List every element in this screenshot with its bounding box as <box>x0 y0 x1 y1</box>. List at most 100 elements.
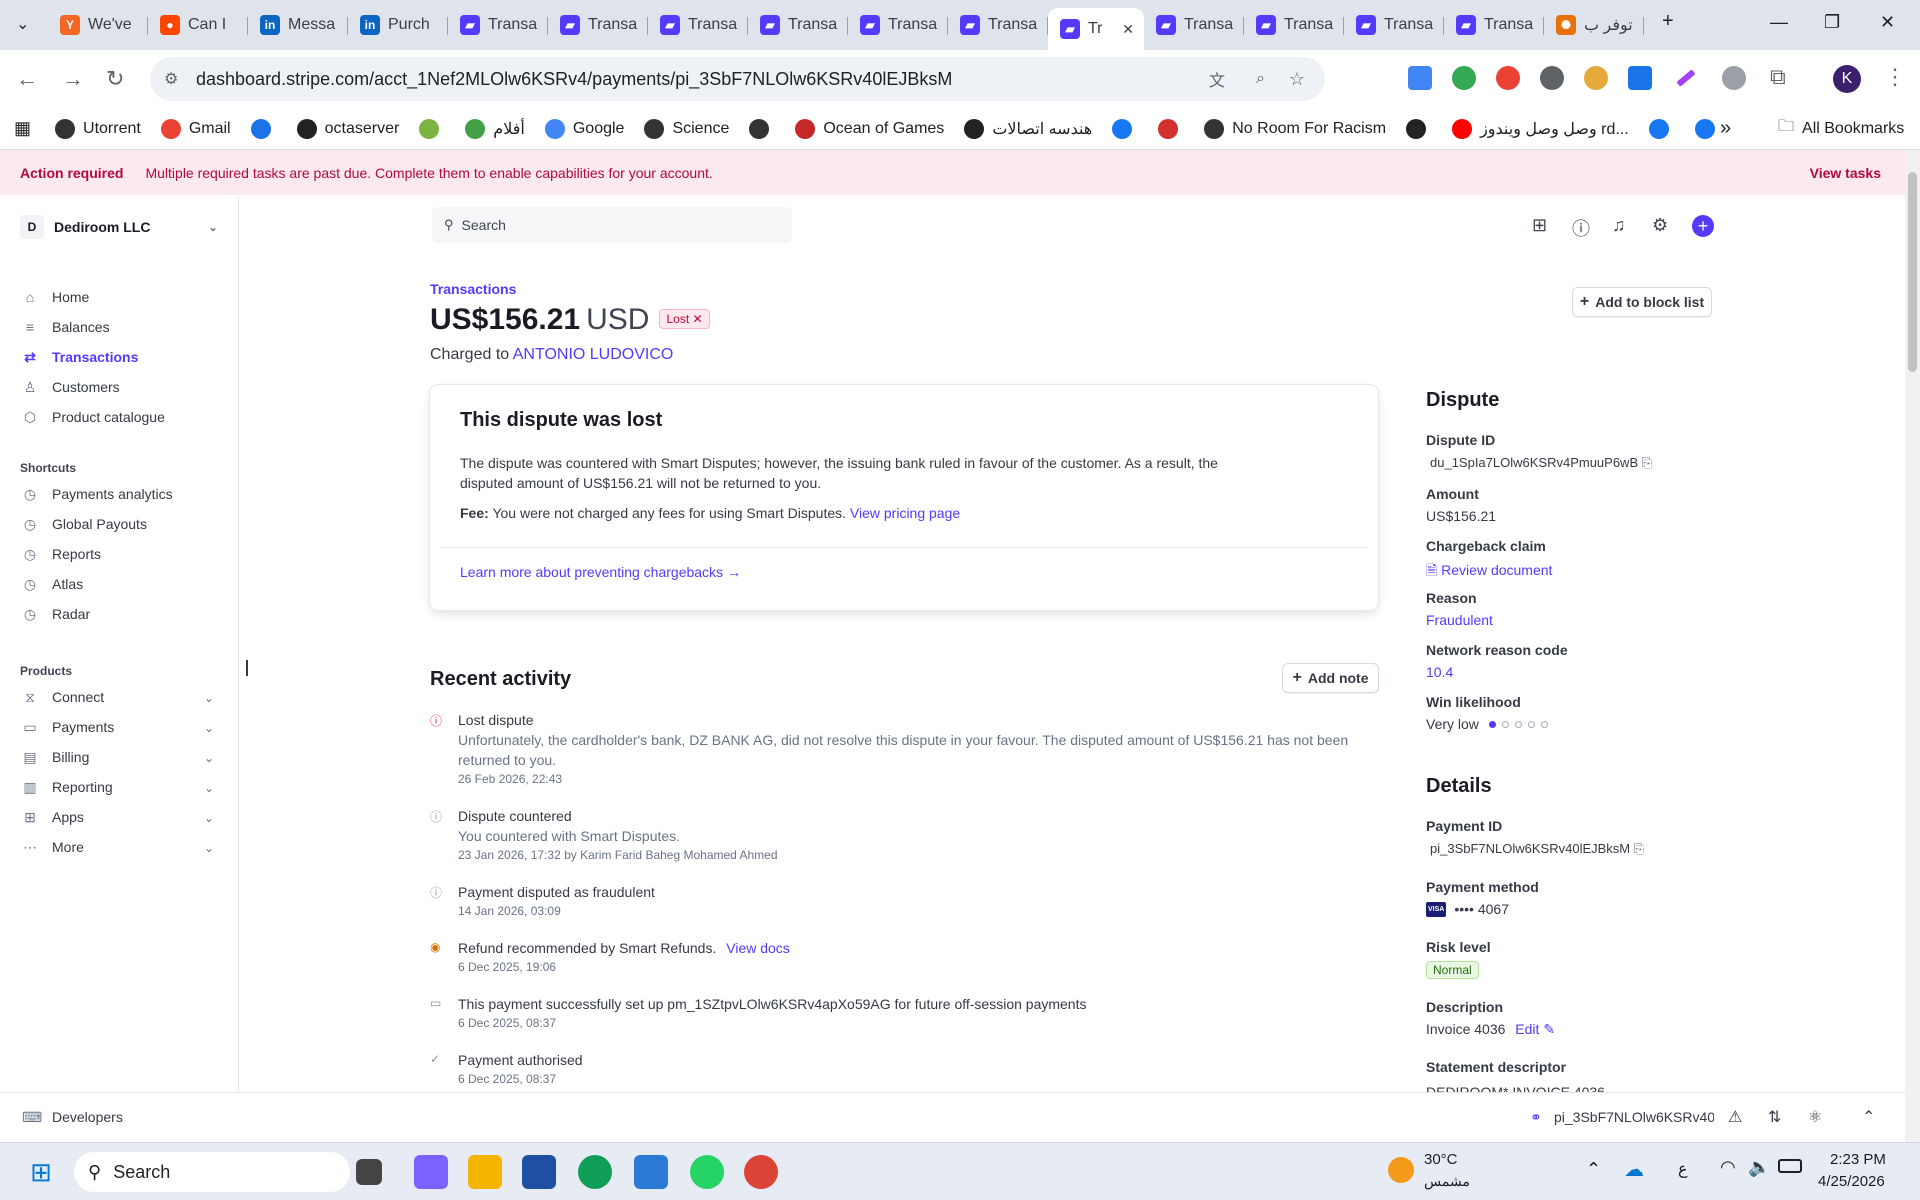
all-bookmarks[interactable]: 🗀 All Bookmarks <box>1778 115 1904 142</box>
taskbar-search[interactable]: ⚲ Search <box>74 1152 350 1192</box>
store-icon[interactable] <box>522 1155 556 1189</box>
avatar-extension-icon[interactable] <box>1584 66 1608 90</box>
windows-start-icon[interactable]: ⊞ <box>24 1155 58 1189</box>
tab-search-icon[interactable]: ⌄ <box>16 14 29 34</box>
sidebar-item-customers[interactable]: ♙ Customers <box>22 379 120 396</box>
object-id[interactable]: pi_3SbF7NLOlw6KSRv40... <box>1554 1109 1714 1125</box>
bookmark-item[interactable] <box>1112 118 1140 139</box>
settings-gear-icon[interactable]: ⚙ <box>1652 215 1668 236</box>
account-switcher[interactable]: D Dediroom LLC ⌄ <box>20 215 218 239</box>
chevron-down-icon[interactable]: ⌄ <box>204 751 214 765</box>
sidebar-item-balances[interactable]: ≡ Balances <box>22 319 110 335</box>
browser-tab[interactable]: ▰ Tr ✕ <box>1048 8 1144 50</box>
sidebar-item-transactions[interactable]: ⇄ Transactions <box>22 349 138 366</box>
scrollbar-thumb[interactable] <box>1908 172 1917 372</box>
zoom-icon[interactable]: ⌕ <box>1256 70 1265 88</box>
browser-tab[interactable]: ▰ Transa <box>748 8 848 42</box>
view-tasks-link[interactable]: View tasks <box>1810 165 1881 181</box>
tag-extension-icon[interactable] <box>1628 66 1652 90</box>
clock-time[interactable]: 2:23 PM <box>1830 1151 1886 1168</box>
payment-id-value[interactable]: pi_3SbF7NLOlw6KSRv40lEJBksM ⎘ <box>1430 841 1644 857</box>
wifi-icon[interactable]: ◠ <box>1720 1157 1736 1178</box>
bookmark-item[interactable]: Gmail <box>160 118 231 139</box>
sidebar-item-more[interactable]: ⋯ More <box>22 839 84 856</box>
browser-tab[interactable]: ▰ Transa <box>1444 8 1544 42</box>
help-icon[interactable]: ⓘ <box>1572 215 1590 241</box>
edge-icon[interactable] <box>578 1155 612 1189</box>
extensions-puzzle-icon[interactable]: ⧉ <box>1770 64 1786 90</box>
new-tab-icon[interactable]: + <box>1662 10 1674 33</box>
profile-avatar[interactable]: K <box>1833 65 1861 93</box>
bookmark-item[interactable] <box>250 118 279 139</box>
sidebar-item-payments[interactable]: ▭ Payments <box>22 719 114 736</box>
bookmark-item[interactable]: No Room For Racism <box>1204 118 1386 139</box>
maximize-icon[interactable]: ❐ <box>1824 12 1840 33</box>
bookmark-star-icon[interactable]: ☆ <box>1289 69 1305 90</box>
clock-date[interactable]: 4/25/2026 <box>1818 1173 1885 1190</box>
close-tab-icon[interactable]: ✕ <box>1122 21 1134 38</box>
warning-icon[interactable]: ⚠ <box>1728 1107 1742 1127</box>
site-info-icon[interactable]: ⚙ <box>164 69 178 89</box>
chevron-down-icon[interactable]: ⌄ <box>204 721 214 735</box>
sidebar-item-payments-analytics[interactable]: ◷ Payments analytics <box>22 486 173 503</box>
sidebar-item-connect[interactable]: ⧖ Connect <box>22 689 104 706</box>
bookmark-item[interactable]: وصل وصل ويندوز rd... <box>1452 118 1629 139</box>
webhook-icon[interactable]: ⚛ <box>1808 1107 1822 1127</box>
notifications-icon[interactable]: ♫ <box>1612 215 1626 236</box>
address-bar[interactable]: ⚙ dashboard.stripe.com/acct_1Nef2MLOlw6K… <box>150 57 1325 101</box>
view-docs-link[interactable]: View docs <box>726 940 790 956</box>
copilot-icon[interactable] <box>414 1155 448 1189</box>
volume-icon[interactable]: 🔈 <box>1748 1157 1770 1178</box>
browser-menu-icon[interactable]: ⋮ <box>1884 64 1906 90</box>
create-plus-icon[interactable]: + <box>1692 215 1714 237</box>
record-extension-icon[interactable] <box>1496 66 1520 90</box>
sort-arrows-icon[interactable]: ⇅ <box>1768 1107 1781 1127</box>
learn-more-chargebacks-link[interactable]: Learn more about preventing chargebacks … <box>460 564 741 580</box>
browser-tab[interactable]: ● Can I <box>148 8 248 42</box>
network-reason-code-link[interactable]: 10.4 <box>1426 664 1453 680</box>
review-document-link[interactable]: 🗎 Review document <box>1426 560 1552 584</box>
chevron-down-icon[interactable]: ⌄ <box>204 811 214 825</box>
pen-extension-icon[interactable] <box>1676 69 1696 87</box>
task-view-icon[interactable] <box>356 1159 382 1185</box>
forward-icon[interactable]: → <box>62 66 84 92</box>
mail-icon[interactable] <box>634 1155 668 1189</box>
browser-tab[interactable]: in Purch <box>348 8 448 42</box>
sidebar-item-apps[interactable]: ⊞ Apps <box>22 809 84 826</box>
battery-icon[interactable] <box>1778 1159 1802 1173</box>
sidebar-item-home[interactable]: ⌂ Home <box>22 289 90 305</box>
more-bookmarks-icon[interactable]: » <box>1720 117 1731 140</box>
close-window-icon[interactable]: ✕ <box>1880 12 1895 33</box>
copy-icon[interactable]: ⎘ <box>1634 841 1644 856</box>
dispute-id-value[interactable]: du_1SpIa7LOlw6KSRv4PmuuP6wB ⎘ <box>1430 455 1652 471</box>
back-icon[interactable]: ← <box>16 66 38 92</box>
sidebar-item-reports[interactable]: ◷ Reports <box>22 546 101 563</box>
google-translate-extension-icon[interactable] <box>1408 66 1432 90</box>
browser-tab[interactable]: Y We've <box>48 8 148 42</box>
whatsapp-icon[interactable] <box>690 1155 724 1189</box>
browser-tab[interactable]: ▰ Transa <box>848 8 948 42</box>
search-input[interactable]: ⚲ Search <box>432 207 792 243</box>
shield-extension-icon[interactable] <box>1452 66 1476 90</box>
bookmark-item[interactable] <box>749 118 777 139</box>
reason-link[interactable]: Fraudulent <box>1426 612 1493 628</box>
bookmark-item[interactable]: Utorrent <box>55 118 141 139</box>
collapse-icon[interactable]: ⌃ <box>1862 1107 1875 1127</box>
browser-tab[interactable]: ▰ Transa <box>1244 8 1344 42</box>
sidebar-item-global-payouts[interactable]: ◷ Global Payouts <box>22 516 147 533</box>
sidebar-item-product-catalogue[interactable]: ⬡ Product catalogue <box>22 409 165 426</box>
customer-link[interactable]: ANTONIO LUDOVICO <box>513 346 674 363</box>
browser-tab[interactable]: ▰ Transa <box>1144 8 1244 42</box>
chrome-icon[interactable] <box>744 1155 778 1189</box>
bookmark-item[interactable] <box>1694 118 1723 139</box>
chevron-down-icon[interactable]: ⌄ <box>204 841 214 855</box>
page-scrollbar[interactable] <box>1905 150 1920 1142</box>
browser-tab[interactable]: ▰ Transa <box>648 8 748 42</box>
sidebar-item-radar[interactable]: ◷ Radar <box>22 606 90 623</box>
k-extension-icon[interactable] <box>1540 66 1564 90</box>
chevron-down-icon[interactable]: ⌄ <box>204 691 214 705</box>
chevron-down-icon[interactable]: ⌄ <box>204 781 214 795</box>
bookmark-item[interactable]: octaserver <box>296 118 399 139</box>
sidebar-item-billing[interactable]: ▤ Billing <box>22 749 89 766</box>
bookmark-item[interactable]: Google <box>544 118 624 139</box>
